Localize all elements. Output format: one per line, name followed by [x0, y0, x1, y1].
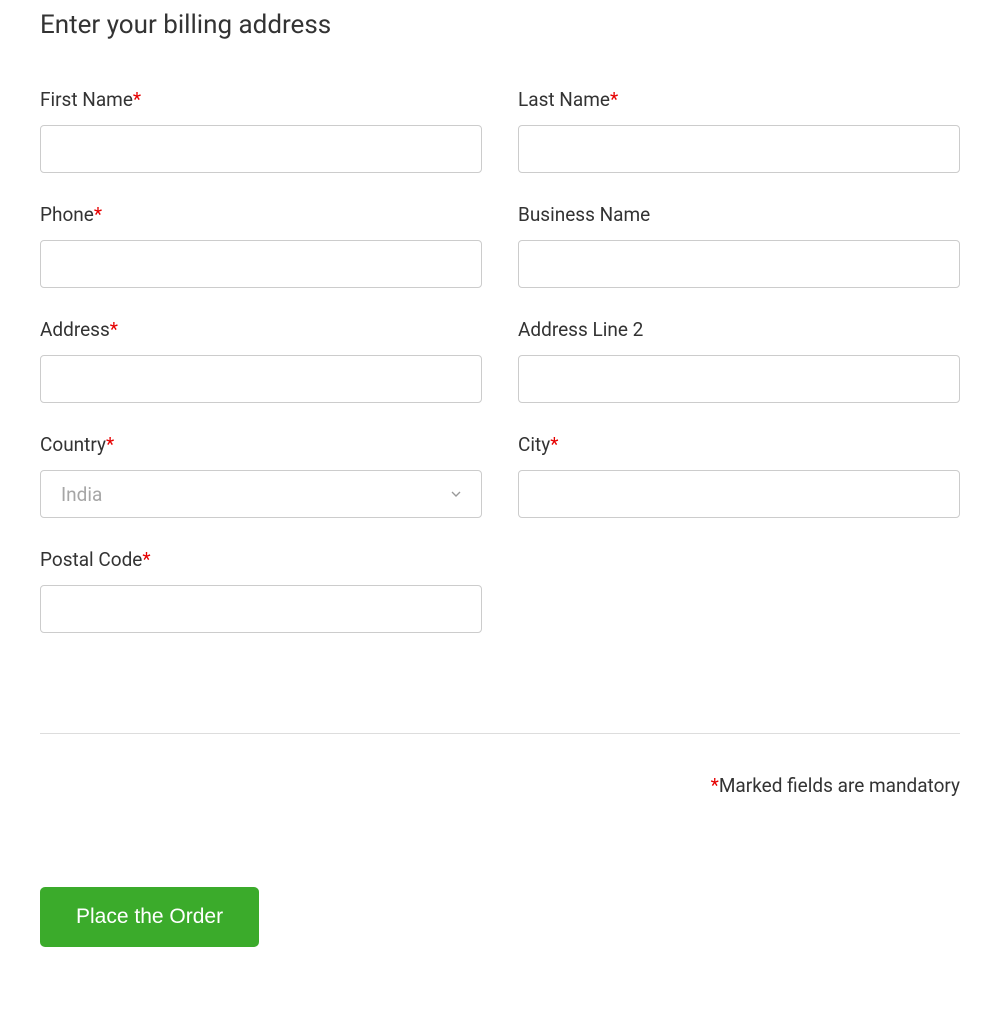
- mandatory-note-text: Marked fields are mandatory: [719, 774, 960, 797]
- phone-label: Phone*: [40, 203, 482, 226]
- place-order-button[interactable]: Place the Order: [40, 887, 259, 947]
- required-mark: *: [142, 548, 150, 571]
- country-selected-value: India: [61, 483, 102, 506]
- postal-code-label: Postal Code*: [40, 548, 482, 571]
- required-mark: *: [610, 88, 618, 111]
- last-name-input[interactable]: [518, 125, 960, 173]
- first-name-group: First Name*: [40, 88, 482, 173]
- required-mark: *: [106, 433, 114, 456]
- city-input[interactable]: [518, 470, 960, 518]
- required-mark: *: [133, 88, 141, 111]
- country-select[interactable]: India: [40, 470, 482, 518]
- city-label: City*: [518, 433, 960, 456]
- country-group: Country* India: [40, 433, 482, 518]
- last-name-label: Last Name*: [518, 88, 960, 111]
- address-label: Address*: [40, 318, 482, 341]
- chevron-down-icon: [447, 485, 465, 503]
- required-mark: *: [110, 318, 118, 341]
- business-name-group: Business Name: [518, 203, 960, 288]
- required-mark: *: [550, 433, 558, 456]
- business-name-label: Business Name: [518, 203, 960, 226]
- divider: [40, 733, 960, 734]
- required-mark: *: [711, 774, 719, 797]
- required-mark: *: [94, 203, 102, 226]
- address-input[interactable]: [40, 355, 482, 403]
- last-name-group: Last Name*: [518, 88, 960, 173]
- phone-group: Phone*: [40, 203, 482, 288]
- submit-row: Place the Order: [40, 887, 960, 947]
- first-name-label: First Name*: [40, 88, 482, 111]
- postal-code-input[interactable]: [40, 585, 482, 633]
- address-line-2-label: Address Line 2: [518, 318, 960, 341]
- mandatory-note: *Marked fields are mandatory: [40, 774, 960, 797]
- address-line-2-input[interactable]: [518, 355, 960, 403]
- postal-code-group: Postal Code*: [40, 548, 482, 633]
- phone-input[interactable]: [40, 240, 482, 288]
- business-name-input[interactable]: [518, 240, 960, 288]
- country-select-wrap: India: [40, 470, 482, 518]
- page-title: Enter your billing address: [40, 10, 960, 40]
- address-group: Address*: [40, 318, 482, 403]
- first-name-input[interactable]: [40, 125, 482, 173]
- address-line-2-group: Address Line 2: [518, 318, 960, 403]
- city-group: City*: [518, 433, 960, 518]
- billing-form: First Name* Last Name* Phone* Business N…: [40, 88, 960, 633]
- country-label: Country*: [40, 433, 482, 456]
